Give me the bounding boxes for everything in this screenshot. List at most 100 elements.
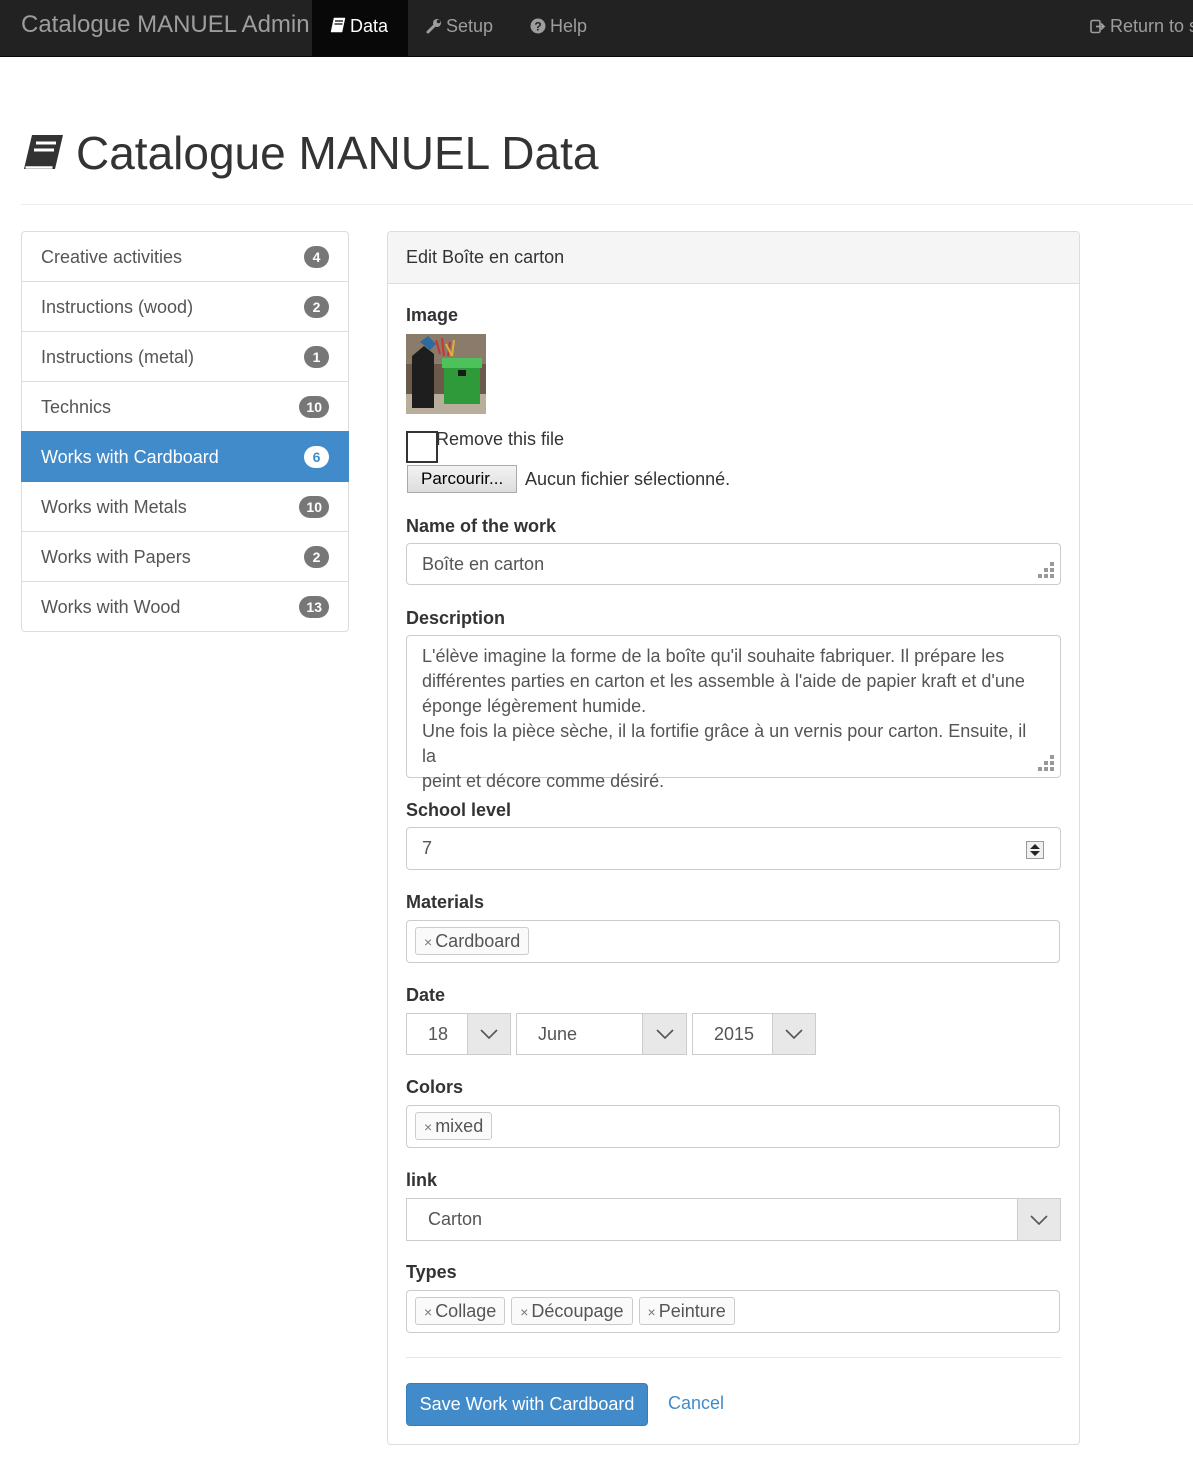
tag-label: Cardboard — [435, 931, 521, 951]
count-badge: 2 — [304, 546, 329, 568]
sidebar-item-label: Instructions (wood) — [41, 297, 194, 317]
nav-item-data-label: Data — [350, 16, 389, 36]
nav-item-setup-label: Setup — [446, 16, 494, 36]
top-navbar: Catalogue MANUEL Admin Data Setup ? Help … — [0, 0, 1193, 57]
color-tag: × mixed — [415, 1112, 493, 1140]
image-thumbnail[interactable] — [406, 334, 486, 414]
count-badge: 10 — [299, 496, 329, 518]
link-select[interactable]: Carton — [406, 1198, 1061, 1241]
chevron-down-icon — [467, 1014, 510, 1054]
school-level-value: 7 — [422, 838, 433, 858]
edit-panel: Edit Boîte en carton Image Remove this f… — [387, 231, 1080, 1445]
no-file-selected-text: Aucun fichier sélectionné. — [525, 469, 731, 489]
sidebar-item-label: Technics — [41, 397, 112, 417]
remove-file-label: Remove this file — [436, 429, 565, 449]
sidebar-item-works-with-metals[interactable]: Works with Metals 10 — [21, 481, 349, 532]
date-label: Date — [406, 985, 446, 1005]
date-day-select[interactable]: 18 — [406, 1013, 511, 1055]
cardboard-box-photo — [406, 334, 486, 414]
remove-tag-icon[interactable]: × — [424, 1119, 432, 1135]
description-line: éponge légèrement humide. — [422, 696, 647, 716]
colors-label: Colors — [406, 1077, 464, 1097]
sidebar-item-instructions-metal[interactable]: Instructions (metal) 1 — [21, 331, 349, 382]
count-badge: 1 — [304, 346, 329, 368]
image-label: Image — [406, 305, 459, 325]
cancel-link[interactable]: Cancel — [668, 1393, 724, 1414]
nav-item-help-label: Help — [550, 16, 588, 36]
date-month-select[interactable]: June — [516, 1013, 687, 1055]
remove-tag-icon[interactable]: × — [424, 1304, 432, 1320]
page-title: Catalogue MANUEL Data — [21, 126, 598, 186]
materials-label: Materials — [406, 892, 485, 912]
school-level-label: School level — [406, 800, 512, 820]
description-textarea[interactable]: L'élève imagine la forme de la boîte qu'… — [406, 635, 1061, 791]
remove-tag-icon[interactable]: × — [424, 934, 432, 950]
date-year-value: 2015 — [714, 1024, 755, 1044]
resize-grip-icon — [1038, 562, 1054, 578]
return-to-site-link[interactable]: Return to s — [1072, 0, 1193, 56]
chevron-down-icon — [772, 1014, 815, 1054]
description-line: peint et décore comme désiré. — [422, 771, 665, 791]
spinner-arrows-icon[interactable] — [1026, 841, 1044, 859]
svg-text:?: ? — [534, 20, 541, 34]
types-label: Types — [406, 1262, 457, 1282]
date-day-value: 18 — [428, 1024, 449, 1044]
sidebar-item-label: Works with Wood — [41, 597, 181, 617]
book-icon — [330, 17, 346, 33]
browse-file-button[interactable]: Parcourir... — [407, 465, 518, 493]
description-line: L'élève imagine la forme de la boîte qu'… — [422, 646, 1005, 666]
link-label: link — [406, 1170, 438, 1190]
count-badge: 6 — [304, 446, 329, 468]
description-line: différentes parties en carton et les ass… — [422, 671, 1025, 691]
count-badge: 2 — [304, 296, 329, 318]
return-to-site-label: Return to s — [1110, 16, 1193, 36]
nav-item-data[interactable]: Data — [312, 0, 408, 56]
sidebar-item-label: Works with Cardboard — [41, 447, 219, 467]
material-tag: × Cardboard — [415, 927, 530, 955]
sign-out-icon — [1090, 19, 1106, 34]
type-tag: × Peinture — [638, 1297, 735, 1325]
type-tag: × Découpage — [511, 1297, 633, 1325]
types-tag-input[interactable]: × Collage × Découpage × Peinture — [406, 1290, 1060, 1333]
sidebar-item-works-with-wood[interactable]: Works with Wood 13 — [21, 581, 349, 632]
save-button[interactable]: Save Work with Cardboard — [406, 1383, 648, 1426]
wrench-icon — [426, 19, 441, 34]
sidebar-item-instructions-wood[interactable]: Instructions (wood) 2 — [21, 281, 349, 332]
school-level-input[interactable]: 7 — [406, 827, 1061, 870]
materials-tag-input[interactable]: × Cardboard — [406, 920, 1060, 963]
sidebar-item-label: Works with Metals — [41, 497, 187, 517]
header-divider — [21, 204, 1193, 205]
sidebar-item-works-with-papers[interactable]: Works with Papers 2 — [21, 531, 349, 582]
sidebar-item-works-with-cardboard[interactable]: Works with Cardboard 6 — [21, 431, 349, 482]
name-input-value: Boîte en carton — [422, 554, 545, 574]
date-year-select[interactable]: 2015 — [692, 1013, 816, 1055]
colors-tag-input[interactable]: × mixed — [406, 1105, 1060, 1148]
resize-grip-icon — [1038, 755, 1054, 771]
navbar-brand[interactable]: Catalogue MANUEL Admin — [21, 11, 310, 39]
name-label: Name of the work — [406, 516, 557, 536]
tag-label: Découpage — [531, 1301, 624, 1321]
sidebar-item-technics[interactable]: Technics 10 — [21, 381, 349, 432]
description-line: Une fois la pièce sèche, il la fortifie … — [422, 721, 1027, 766]
tag-label: Collage — [435, 1301, 497, 1321]
description-label: Description — [406, 608, 506, 628]
remove-file-checkbox[interactable] — [406, 431, 438, 463]
count-badge: 4 — [304, 246, 329, 268]
chevron-down-icon — [1017, 1199, 1060, 1240]
sidebar-item-label: Instructions (metal) — [41, 347, 195, 367]
sidebar-item-creative-activities[interactable]: Creative activities 4 — [21, 231, 349, 282]
question-circle-icon: ? — [530, 18, 546, 34]
sidebar-list: Creative activities 4 Instructions (wood)… — [21, 231, 349, 632]
panel-heading: Edit Boîte en carton — [388, 232, 1079, 284]
count-badge: 13 — [299, 596, 329, 618]
nav-item-help[interactable]: ? Help — [512, 0, 605, 56]
nav-item-setup[interactable]: Setup — [408, 0, 511, 56]
book-icon — [24, 135, 63, 169]
type-tag: × Collage — [415, 1297, 506, 1325]
name-input[interactable]: Boîte en carton — [406, 543, 1061, 585]
sidebar-item-label: Creative activities — [41, 247, 183, 267]
remove-tag-icon[interactable]: × — [648, 1304, 656, 1320]
form-divider — [406, 1357, 1061, 1358]
sidebar-item-label: Works with Papers — [41, 547, 191, 567]
remove-tag-icon[interactable]: × — [520, 1304, 528, 1320]
